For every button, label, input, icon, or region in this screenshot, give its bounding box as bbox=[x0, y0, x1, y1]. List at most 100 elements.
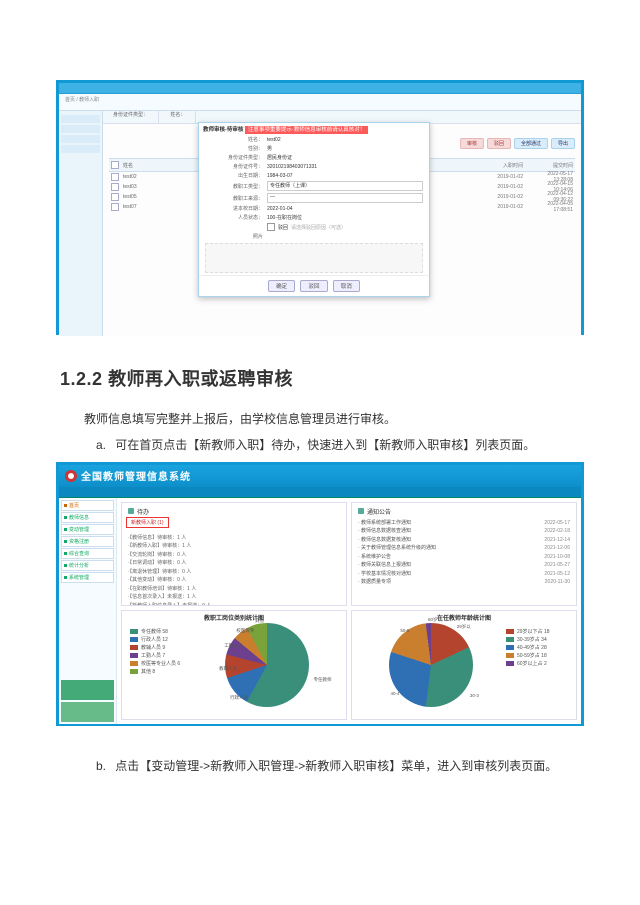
nav-category[interactable]: 系统管理 bbox=[61, 572, 114, 583]
nav-category[interactable]: 综合查询 bbox=[61, 548, 114, 559]
notice-item[interactable]: · 教师信息数据核查通知2022-02-18 bbox=[358, 527, 570, 536]
audit-button[interactable]: 审核 bbox=[460, 138, 484, 149]
legend-item: 60岁以上占 2 bbox=[506, 660, 570, 667]
reject-button[interactable]: 驳回 bbox=[487, 138, 511, 149]
select-input[interactable]: — bbox=[267, 193, 423, 203]
todo-panel: 待办 新教师入职 (1) ·【教师信息】待审核：1 人·【新教师入职】待审核：1… bbox=[121, 502, 347, 606]
nav-card bbox=[61, 702, 114, 722]
todo-item[interactable]: ·【教师信息】待审核：1 人 bbox=[128, 534, 340, 543]
pie-chart: 29岁以30-340-450-560岁以 bbox=[389, 623, 473, 707]
list-item-a: a.可在首页点击【新教师入职】待办，快速进入到【新教师入职审核】列表页面。 bbox=[96, 435, 580, 455]
notice-item[interactable]: · 教师信息数据复核通知2021-12-14 bbox=[358, 536, 570, 545]
nav-category[interactable]: 资格注册 bbox=[61, 536, 114, 547]
reject-checkbox[interactable] bbox=[267, 223, 275, 231]
modal-cancel-button[interactable]: 取消 bbox=[333, 280, 360, 292]
notice-item[interactable]: · 教师关联信息上报通知2021-05-27 bbox=[358, 561, 570, 570]
legend-item: 40-49岁占 28 bbox=[506, 644, 570, 651]
pie-slice-label: 其他 bbox=[255, 618, 264, 624]
nav-item[interactable] bbox=[61, 135, 100, 143]
legend-swatch bbox=[506, 645, 514, 650]
dot-icon bbox=[64, 564, 67, 567]
pie-slice-label: 专任教师 bbox=[313, 677, 331, 683]
notice-item[interactable]: · 学校基本情况核对通知2021-05-12 bbox=[358, 570, 570, 579]
todo-item[interactable]: ·【其他变动】待审核：0 人 bbox=[128, 576, 340, 585]
legend-swatch bbox=[506, 661, 514, 666]
section-heading: 1.2.2 教师再入职或返聘审核 bbox=[60, 365, 580, 391]
legend-swatch bbox=[130, 645, 138, 650]
dot-icon bbox=[64, 528, 67, 531]
list-item-b: b.点击【变动管理->新教师入职管理->新教师入职审核】菜单，进入到审核列表页面… bbox=[96, 756, 580, 776]
modal-field-row: 身份证件类型：居民身份证 bbox=[199, 153, 429, 162]
legend-swatch bbox=[506, 629, 514, 634]
todo-item[interactable]: ·【交流轮岗】待审核：0 人 bbox=[128, 551, 340, 560]
legend-swatch bbox=[506, 653, 514, 658]
nav-item[interactable] bbox=[61, 115, 100, 123]
legend-item: 50-59岁占 18 bbox=[506, 652, 570, 659]
pie-slice-label: 60岁以 bbox=[428, 617, 442, 623]
system-logo-icon bbox=[65, 470, 77, 482]
row-checkbox[interactable] bbox=[111, 193, 119, 201]
chart-legend: 专任教师 58行政人员 12教辅人员 9工勤人员 7校医等专业人员 6其他 8 bbox=[128, 615, 194, 715]
nav-category[interactable]: 首页 bbox=[61, 500, 114, 511]
pie-slice-label: 29岁以 bbox=[457, 624, 471, 630]
list-icon bbox=[128, 508, 134, 514]
legend-item: 专任教师 58 bbox=[130, 628, 194, 635]
legend-swatch bbox=[130, 661, 138, 666]
nav-category[interactable]: 变动管理 bbox=[61, 524, 114, 535]
row-checkbox[interactable] bbox=[111, 203, 119, 211]
breadcrumb-bar: 首页 / 教师入职 bbox=[59, 94, 581, 111]
notice-panel: 通知公告 · 教师系统部署工作通知2022-05-17· 教师信息数据核查通知2… bbox=[351, 502, 577, 606]
modal-field-row: 身份证件号：320102198403071331 bbox=[199, 162, 429, 171]
legend-item: 工勤人员 7 bbox=[130, 652, 194, 659]
legend-item: 30-39岁占 34 bbox=[506, 636, 570, 643]
nav-item[interactable] bbox=[61, 145, 100, 153]
todo-item[interactable]: ·【日常调动】待审核：0 人 bbox=[128, 559, 340, 568]
dot-icon bbox=[64, 504, 67, 507]
filter-field[interactable]: 身份证件类型： bbox=[103, 111, 159, 123]
screenshot-dashboard: 全国教师管理信息系统 首页教师信息变动管理资格注册综合查询统计分析系统管理 待办… bbox=[56, 462, 584, 726]
nav-category[interactable]: 教师信息 bbox=[61, 512, 114, 523]
row-checkbox[interactable] bbox=[111, 183, 119, 191]
checkbox-all[interactable] bbox=[111, 161, 119, 169]
filter-field[interactable]: 姓名： bbox=[160, 111, 196, 123]
nav-item[interactable] bbox=[61, 125, 100, 133]
dot-icon bbox=[64, 576, 67, 579]
dashboard-nav: 首页教师信息变动管理资格注册综合查询统计分析系统管理 bbox=[59, 498, 117, 724]
modal-ok-button[interactable]: 确定 bbox=[268, 280, 295, 292]
pie-slice-label: 50-5 bbox=[400, 628, 409, 633]
main-panel: 身份证件类型： 姓名： 审核 驳回 全部通过 导出 姓名 身份证件类型 bbox=[103, 111, 581, 336]
panel-header: 通知公告 bbox=[358, 507, 570, 516]
todo-item[interactable]: ·【新教师入职信息录入】未报送：0 人 bbox=[128, 602, 340, 606]
todo-item[interactable]: ·【离退休管理】待审核：0 人 bbox=[128, 568, 340, 577]
modal-reject-button[interactable]: 驳回 bbox=[300, 280, 327, 292]
pie-chart: 专任教师行政人员教辅人员工勤人员校医等专其他 bbox=[225, 623, 309, 707]
todo-highlight-box[interactable]: 新教师入职 (1) bbox=[126, 517, 169, 528]
nav-category[interactable]: 统计分析 bbox=[61, 560, 114, 571]
todo-item[interactable]: ·【新教师入职】待审核：1 人 bbox=[128, 542, 340, 551]
modal-field-row: 性别：男 bbox=[199, 144, 429, 153]
export-button[interactable]: 导出 bbox=[551, 138, 575, 149]
screenshot-audit-modal: 首页 / 教师入职 身份证件类型： 姓名： 审核 驳回 全部通过 bbox=[56, 80, 584, 335]
intro-paragraph: 教师信息填写完整并上报后，由学校信息管理员进行审核。 bbox=[60, 409, 580, 429]
legend-swatch bbox=[506, 637, 514, 642]
notice-item[interactable]: · 系统维护公告2021-10-08 bbox=[358, 553, 570, 562]
notice-item[interactable]: · 数据质量专项2020-11-30 bbox=[358, 578, 570, 587]
pie-slice-label: 教辅人员 bbox=[219, 666, 237, 672]
photo-label-row: 照片 bbox=[199, 232, 429, 241]
document-body-2: b.点击【变动管理->新教师入职管理->新教师入职审核】菜单，进入到审核列表页面… bbox=[60, 756, 580, 776]
dot-icon bbox=[64, 540, 67, 543]
allpass-button[interactable]: 全部通过 bbox=[514, 138, 548, 149]
system-banner: 全国教师管理信息系统 bbox=[59, 465, 581, 487]
todo-item[interactable]: ·【信息首次录入】未报送：1 人 bbox=[128, 593, 340, 602]
notice-item[interactable]: · 教师系统部署工作通知2022-05-17 bbox=[358, 519, 570, 528]
chart-panel-age: 在任教师年龄统计图 29岁以30-340-450-560岁以 29岁以下占 18… bbox=[351, 610, 577, 720]
modal-field-row: 姓名：test02 bbox=[199, 135, 429, 144]
select-input[interactable]: 专任教师（上课） bbox=[267, 181, 423, 191]
notice-item[interactable]: · 关于教师管理信息系统升级的通知2021-12-06 bbox=[358, 544, 570, 553]
pie-slice-label: 校医等专 bbox=[236, 628, 254, 634]
legend-swatch bbox=[130, 637, 138, 642]
todo-item[interactable]: ·【在职教师培训】待审核：1 人 bbox=[128, 585, 340, 594]
row-checkbox[interactable] bbox=[111, 173, 119, 181]
dashboard-main: 待办 新教师入职 (1) ·【教师信息】待审核：1 人·【新教师入职】待审核：1… bbox=[117, 498, 581, 724]
nav-card bbox=[61, 680, 114, 700]
